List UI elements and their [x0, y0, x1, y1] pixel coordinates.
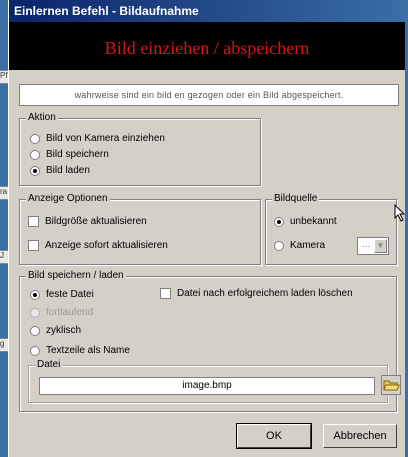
- bildgroesse-checkbox[interactable]: Bildgröße aktualisieren: [28, 216, 147, 227]
- radio-icon: [30, 133, 40, 144]
- option-label: Kamera: [290, 240, 326, 251]
- bildquelle-group-label: Bildquelle: [272, 193, 320, 205]
- open-folder-icon: [383, 380, 400, 391]
- aktion-group-label: Aktion: [26, 112, 58, 124]
- speichern-group-label: Bild speichern / laden: [26, 270, 126, 282]
- anzeige-group-label: Anzeige Optionen: [26, 193, 110, 205]
- checkbox-icon: [28, 240, 39, 251]
- checkbox-label: Anzeige sofort aktualisieren: [45, 240, 168, 251]
- info-text-field: wahrweise sind ein bild en gezogen oder …: [19, 84, 399, 106]
- radio-icon: [274, 240, 284, 251]
- datei-path-field[interactable]: image.bmp: [39, 377, 375, 395]
- mouse-cursor-icon: [394, 204, 406, 222]
- radio-icon: [30, 345, 40, 356]
- bildquelle-option-kamera[interactable]: Kamera: [274, 240, 325, 251]
- checkbox-icon: [160, 288, 171, 299]
- anzeige-optionen-group: Anzeige Optionen Bildgröße aktualisieren…: [19, 193, 261, 265]
- radio-icon: [30, 325, 40, 336]
- option-label: feste Datei: [46, 289, 94, 300]
- camera-select[interactable]: ... ▼: [357, 237, 389, 255]
- camera-select-value: ...: [362, 239, 371, 250]
- window-title: Einlernen Befehl - Bildaufnahme: [14, 4, 199, 18]
- radio-selected-icon: [30, 165, 40, 176]
- anzeige-sofort-checkbox[interactable]: Anzeige sofort aktualisieren: [28, 240, 168, 251]
- option-label: Bild von Kamera einziehen: [46, 133, 165, 144]
- chevron-down-icon[interactable]: ▼: [374, 239, 387, 253]
- bildquelle-option-unbekannt[interactable]: unbekannt: [274, 216, 337, 227]
- radio-icon: [30, 149, 40, 160]
- checkbox-label: Bildgröße aktualisieren: [45, 216, 147, 227]
- speichern-option-fortlaufend[interactable]: fortlaufend: [30, 307, 93, 318]
- aktion-group: Aktion Bild von Kamera einziehen Bild sp…: [19, 112, 261, 186]
- option-label: Bild speichern: [46, 149, 109, 160]
- banner: Bild einziehen / abspeichern: [9, 22, 405, 70]
- open-folder-button[interactable]: [381, 375, 401, 395]
- title-bar[interactable]: Einlernen Befehl - Bildaufnahme: [9, 0, 405, 22]
- banner-title: Bild einziehen / abspeichern: [104, 38, 310, 58]
- aktion-option-camera[interactable]: Bild von Kamera einziehen: [30, 133, 165, 144]
- delete-after-load-checkbox[interactable]: Datei nach erfolgreichem laden löschen: [160, 288, 353, 299]
- ok-button[interactable]: OK: [236, 423, 312, 449]
- radio-selected-icon: [30, 289, 40, 300]
- cancel-button[interactable]: Abbrechen: [323, 424, 397, 448]
- bildquelle-group: Bildquelle unbekannt Kamera: [265, 193, 397, 265]
- speichern-option-textzeile[interactable]: Textzeile als Name: [30, 345, 130, 356]
- dialog-window: Einlernen Befehl - Bildaufnahme Bild ein…: [8, 0, 405, 457]
- datei-label: Datei: [35, 359, 63, 371]
- option-label: Textzeile als Name: [46, 345, 130, 356]
- checkbox-label: Datei nach erfolgreichem laden löschen: [177, 288, 353, 299]
- aktion-option-save[interactable]: Bild speichern: [30, 149, 109, 160]
- option-label: fortlaufend: [46, 307, 94, 318]
- aktion-option-load[interactable]: Bild laden: [30, 165, 90, 176]
- checkbox-icon: [28, 216, 39, 227]
- speichern-option-feste-datei[interactable]: feste Datei: [30, 289, 94, 300]
- speichern-option-zyklisch[interactable]: zyklisch: [30, 325, 81, 336]
- option-label: zyklisch: [46, 325, 82, 336]
- radio-icon: [30, 307, 40, 318]
- option-label: Bild laden: [46, 165, 90, 176]
- option-label: unbekannt: [290, 216, 337, 227]
- radio-selected-icon: [274, 216, 284, 227]
